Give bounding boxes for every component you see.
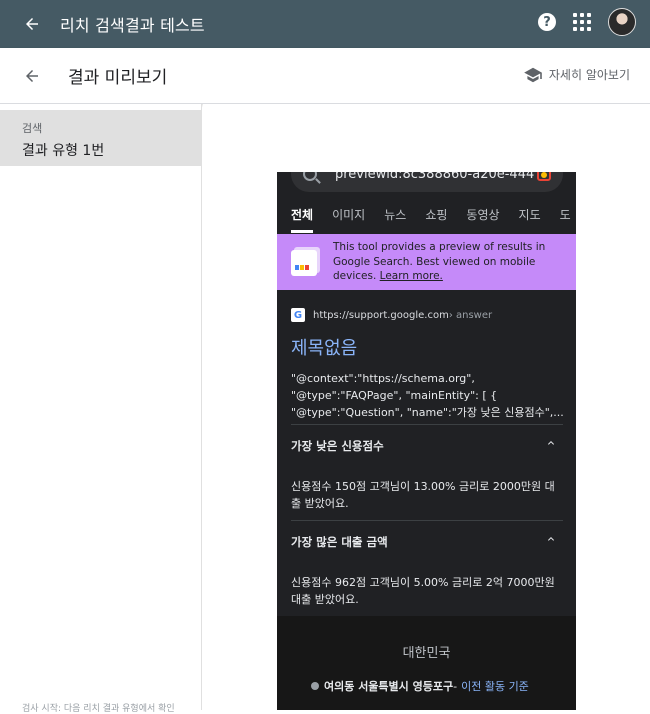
footer-location-text: 여의동 서울특별시 영등포구 [324,680,454,693]
learn-more-button[interactable]: 자세히 알아보기 [523,66,630,83]
sidebar-item-label: 결과 유형 1번 [22,143,105,159]
faq-answer-line: 신용점수 962점 고객님이 5.00% 금리로 2억 7000만원 [291,576,555,589]
sidebar-footer-text: 검사 시작: 다음 리치 결과 유형에서 확인 [22,704,175,714]
back-arrow-icon[interactable] [20,64,44,88]
banner-text: This tool provides a preview of results … [333,240,561,284]
chevron-up-icon[interactable] [545,437,557,449]
location-dot-icon [311,682,319,690]
mobile-preview[interactable]: previewid:8c388860-a20e-444e- 전체 이미지 뉴스 … [277,172,576,710]
top-bar-actions: ? [538,8,636,36]
apps-grid-icon[interactable] [570,10,594,34]
faq-answer-line: 신용점수 150점 고객님이 13.00% 금리로 2000만원 대 [291,480,555,493]
faq-question[interactable]: 가장 낮은 신용점수 [291,438,563,454]
school-icon [524,67,542,82]
app-title: 리치 검색결과 테스트 [60,16,205,35]
preview-tool-icon [291,250,317,276]
tab-more[interactable]: 도 [560,206,571,233]
faq-answer-line: 대출 받았어요. [291,593,359,606]
snippet-line: "@type":"Question", "name":"가장 낮은 신용점수",… [291,406,563,419]
faq-item[interactable]: 가장 많은 대출 금액 신용점수 962점 고객님이 5.00% 금리로 2억 … [291,520,563,616]
result-title[interactable]: 제목없음 [291,334,563,360]
search-bar[interactable]: previewid:8c388860-a20e-444e- [291,172,563,192]
tab-videos[interactable]: 동영상 [466,206,499,233]
footer-location: 여의동 서울특별시 영등포구 - 이전 활동 기준 [311,678,529,694]
page-title: 결과 미리보기 [68,68,168,88]
tab-all[interactable]: 전체 [291,206,314,233]
learn-more-label: 자세히 알아보기 [548,68,630,82]
faq-answer-line: 출 받았어요. [291,497,349,510]
back-arrow-icon[interactable] [14,6,50,42]
lens-icon[interactable] [537,172,551,181]
help-icon[interactable]: ? [538,13,556,31]
tab-images[interactable]: 이미지 [332,206,365,233]
google-favicon-icon: G [291,308,305,322]
banner-learn-more-link[interactable]: Learn more. [380,270,443,282]
app-top-bar: 리치 검색결과 테스트 ? [0,0,650,48]
search-tabs: 전체 이미지 뉴스 쇼핑 동영상 지도 도 [291,206,571,233]
tab-shopping[interactable]: 쇼핑 [425,206,447,233]
result-breadcrumb: › answer [448,309,493,321]
result-source: G https://support.google.com › answer [291,308,563,322]
snippet-line: "@type":"FAQPage", "mainEntity": [ { [291,389,498,402]
footer-country: 대한민국 [402,646,451,661]
faq-question[interactable]: 가장 많은 대출 금액 [291,534,563,550]
search-result: G https://support.google.com › answer 제목… [291,308,563,421]
result-url[interactable]: https://support.google.com [313,310,449,321]
sidebar-item-category: 검색 [22,122,43,135]
faq-answer: 신용점수 962점 고객님이 5.00% 금리로 2억 7000만원 대출 받았… [291,574,563,608]
search-footer: 대한민국 여의동 서울특별시 영등포구 - 이전 활동 기준 [277,616,576,710]
tab-maps[interactable]: 지도 [519,206,541,233]
preview-info-banner: This tool provides a preview of results … [277,234,576,290]
snippet-line: "@context":"https://schema.org", [291,372,475,385]
sidebar: 검색 결과 유형 1번 검사 시작: 다음 리치 결과 유형에서 확인 [0,104,202,714]
chevron-up-icon[interactable] [545,533,557,545]
footer-separator: - [453,679,458,693]
avatar[interactable] [608,8,636,36]
tab-news[interactable]: 뉴스 [384,206,406,233]
search-icon [303,172,317,181]
footer-update-location-link[interactable]: 이전 활동 기준 [461,678,529,694]
faq-answer: 신용점수 150점 고객님이 13.00% 금리로 2000만원 대 출 받았어… [291,478,563,512]
faq-item[interactable]: 가장 낮은 신용점수 신용점수 150점 고객님이 13.00% 금리로 200… [291,424,563,520]
result-snippet: "@context":"https://schema.org", "@type"… [291,370,563,421]
preview-header: 결과 미리보기 자세히 알아보기 [0,48,650,104]
search-query: previewid:8c388860-a20e-444e- [335,172,535,182]
sidebar-item-result-type-1[interactable]: 검색 결과 유형 1번 [0,110,201,166]
